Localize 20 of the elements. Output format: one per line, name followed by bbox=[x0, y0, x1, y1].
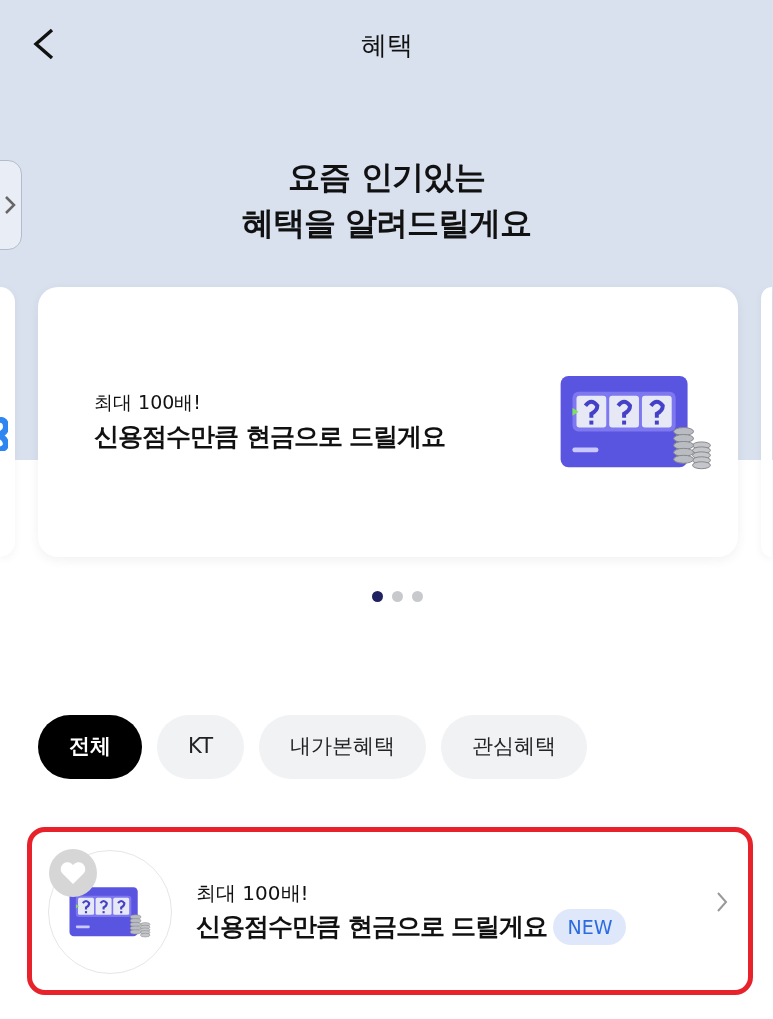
filter-chip[interactable]: 내가본혜택 bbox=[258, 715, 426, 779]
page-title: 혜택 bbox=[360, 29, 413, 62]
chevron-right-icon bbox=[3, 194, 17, 216]
chevron-right-icon bbox=[716, 891, 728, 913]
card-title: 신용점수만큼 현금으로 드릴게요 bbox=[94, 421, 446, 454]
filter-chip[interactable]: 전체 bbox=[38, 715, 142, 779]
page-dot[interactable] bbox=[372, 590, 383, 602]
page-dot[interactable] bbox=[412, 590, 423, 602]
new-badge: NEW bbox=[553, 908, 627, 946]
carousel-card[interactable]: 최대 100배! 신용점수만큼 현금으로 드릴게요 bbox=[38, 286, 738, 557]
carousel-card-peek[interactable] bbox=[0, 286, 15, 557]
filter-chip[interactable]: 관심혜택 bbox=[440, 715, 587, 779]
benefit-item[interactable]: 최대 100배! 신용점수만큼 현금으로 드릴게요 NEW bbox=[27, 827, 753, 995]
filter-chip[interactable]: KT bbox=[157, 715, 244, 779]
benefit-subtitle: 최대 100배! bbox=[196, 880, 310, 908]
headline: 요즘 인기있는 혜택을 알려드릴게요 bbox=[241, 157, 532, 245]
card-subtitle: 최대 100배! bbox=[94, 389, 202, 415]
benefit-title: 신용점수만큼 현금으로 드릴게요 bbox=[196, 911, 548, 944]
page-dot[interactable] bbox=[392, 590, 403, 602]
slot-machine-icon bbox=[67, 885, 153, 939]
